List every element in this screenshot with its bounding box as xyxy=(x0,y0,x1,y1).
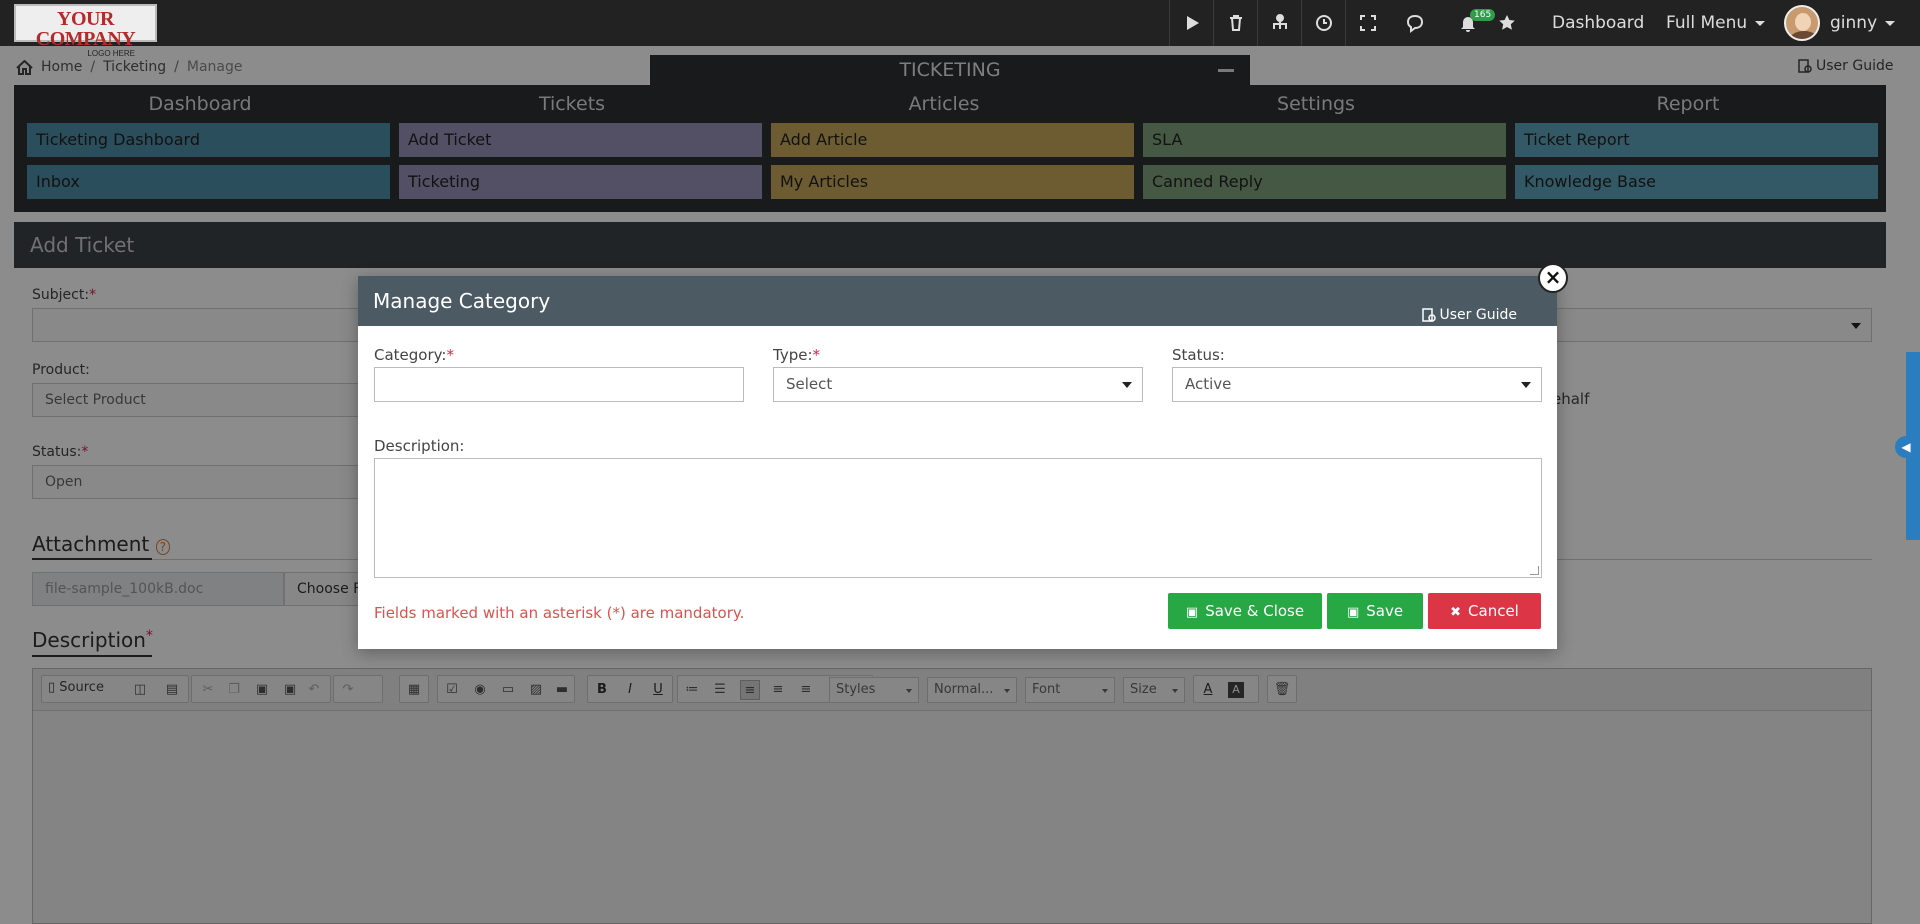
category-input[interactable] xyxy=(374,367,744,402)
top-bar: YOUR COMPANY LOGO HERE 165 Dashboard Ful… xyxy=(0,0,1920,58)
modal-title: Manage Category xyxy=(373,289,551,313)
status-label: Status: xyxy=(1172,346,1225,364)
sitemap-icon[interactable] xyxy=(1257,0,1301,46)
mandatory-note: Fields marked with an asterisk (*) are m… xyxy=(374,604,745,622)
arrow-left-icon[interactable]: ◀ xyxy=(1895,436,1917,458)
modal-user-guide-link[interactable]: User Guide xyxy=(1421,290,1517,340)
trash-icon[interactable] xyxy=(1213,0,1257,46)
save-icon: ▣ xyxy=(1185,605,1199,620)
manage-category-modal: Manage Category User Guide Category:* Ty… xyxy=(358,276,1557,649)
user-guide-icon xyxy=(1421,308,1436,322)
description-label: Description: xyxy=(374,437,465,455)
side-panel-tab[interactable]: ◀ xyxy=(1895,352,1920,540)
type-label: Type:* xyxy=(773,346,821,364)
status-select[interactable]: Active xyxy=(1172,367,1542,402)
save-icon: ▣ xyxy=(1346,605,1360,620)
modal-header: Manage Category User Guide xyxy=(358,276,1557,326)
category-label: Category:* xyxy=(374,346,454,364)
cancel-button[interactable]: ✖ Cancel xyxy=(1428,593,1541,629)
full-menu-dropdown[interactable]: Full Menu xyxy=(1666,13,1765,33)
user-menu-dropdown[interactable]: ginny xyxy=(1830,13,1895,33)
logo-line1: YOUR COMPANY xyxy=(35,8,136,50)
save-button[interactable]: ▣ Save xyxy=(1327,593,1423,629)
play-icon[interactable] xyxy=(1169,0,1213,46)
clock-icon[interactable] xyxy=(1301,0,1345,46)
type-select[interactable]: Select xyxy=(773,367,1143,402)
modal-user-guide-label: User Guide xyxy=(1439,307,1517,323)
save-close-button[interactable]: ▣ Save & Close xyxy=(1168,593,1322,629)
description-textarea[interactable] xyxy=(374,458,1542,578)
company-logo[interactable]: YOUR COMPANY LOGO HERE xyxy=(14,4,157,58)
avatar[interactable] xyxy=(1784,5,1820,41)
fullscreen-icon[interactable] xyxy=(1345,0,1389,46)
close-icon: ✖ xyxy=(1450,605,1462,620)
chat-icon[interactable] xyxy=(1393,0,1437,46)
dashboard-link[interactable]: Dashboard xyxy=(1552,13,1644,33)
star-icon[interactable] xyxy=(1492,0,1522,46)
modal-close-icon[interactable]: × xyxy=(1538,263,1568,293)
bell-icon[interactable]: 165 xyxy=(1446,0,1496,46)
